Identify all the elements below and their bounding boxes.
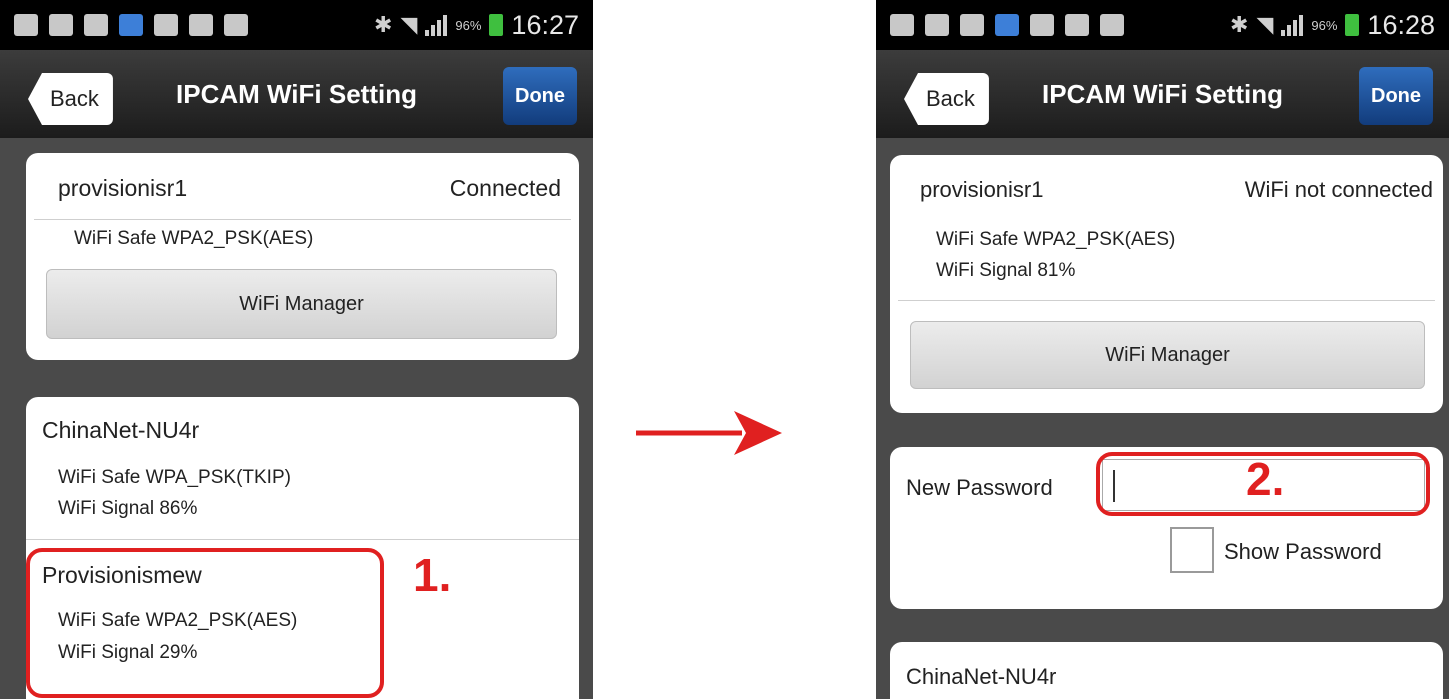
show-password-label: Show Password: [1224, 539, 1382, 564]
clock: 16:27: [511, 9, 579, 40]
status-bar: ✱ ◥ 96% 16:28: [876, 0, 1449, 50]
show-password-checkbox[interactable]: [1170, 527, 1214, 573]
signal-icon: [1281, 14, 1304, 36]
clock: 16:28: [1367, 9, 1435, 40]
usb-icon: [925, 14, 949, 36]
browser-icon: [995, 14, 1019, 36]
facebook-icon: [224, 14, 248, 36]
divider: [26, 539, 579, 540]
divider: [898, 300, 1435, 301]
plus-icon: [890, 14, 914, 36]
annotation-step-2: 2.: [1246, 453, 1285, 505]
bluetooth-icon: ✱: [1230, 12, 1249, 37]
current-wifi-safe: WiFi Safe WPA2_PSK(AES): [74, 228, 314, 249]
current-wifi-safe: WiFi Safe WPA2_PSK(AES): [936, 229, 1176, 250]
new-password-label: New Password: [906, 475, 1053, 500]
network-ssid: ChinaNet-NU4r: [42, 417, 200, 443]
nav-bar: IPCAM WiFi Setting Back Done: [876, 50, 1449, 138]
current-wifi-signal: WiFi Signal 81%: [936, 260, 1076, 281]
gallery-icon: [154, 14, 178, 36]
wifi-manager-button[interactable]: WiFi Manager: [910, 321, 1425, 389]
current-connection-card: provisionisr1 WiFi not connected WiFi Sa…: [890, 155, 1443, 413]
connection-status: Connected: [449, 175, 561, 201]
back-button[interactable]: Back: [28, 73, 113, 125]
usb-icon: [49, 14, 73, 36]
back-button[interactable]: Back: [904, 73, 989, 125]
network-list-card: ChinaNet-NU4r: [890, 642, 1443, 699]
annotation-box-step-1: [26, 548, 384, 698]
gallery-icon: [1030, 14, 1054, 36]
current-connection-card: provisionisr1 Connected WiFi Safe WPA2_P…: [26, 153, 579, 360]
facebook-icon: [1100, 14, 1124, 36]
status-bar: ✱ ◥ 96% 16:27: [0, 0, 593, 50]
wifi-icon: ◥: [400, 12, 418, 37]
done-button[interactable]: Done: [503, 67, 577, 125]
wifi-manager-button[interactable]: WiFi Manager: [46, 269, 557, 339]
notification-icons: [0, 14, 248, 36]
battery-icon: [1345, 14, 1360, 36]
plus-icon: [14, 14, 38, 36]
signal-icon: [425, 14, 448, 36]
mail-icon: [1065, 14, 1089, 36]
mail-icon: [189, 14, 213, 36]
left-phone-screen: ✱ ◥ 96% 16:27 IPCAM WiFi Setting Back Do…: [0, 0, 593, 699]
network-wifi-signal: WiFi Signal 86%: [58, 498, 198, 519]
divider: [34, 219, 571, 220]
nav-bar: IPCAM WiFi Setting Back Done: [0, 50, 593, 138]
bluetooth-icon: ✱: [374, 12, 393, 37]
network-ssid: ChinaNet-NU4r: [906, 664, 1057, 689]
calendar-icon: [84, 14, 108, 36]
done-button[interactable]: Done: [1359, 67, 1433, 125]
arrow-right-icon: [636, 411, 782, 455]
current-ssid: provisionisr1: [920, 177, 1044, 202]
network-wifi-safe: WiFi Safe WPA_PSK(TKIP): [58, 467, 291, 488]
current-ssid: provisionisr1: [58, 175, 188, 201]
wifi-icon: ◥: [1256, 12, 1274, 37]
calendar-icon: [960, 14, 984, 36]
notification-icons: [876, 14, 1124, 36]
connection-status: WiFi not connected: [1244, 177, 1433, 202]
right-phone-screen: ✱ ◥ 96% 16:28 IPCAM WiFi Setting Back Do…: [876, 0, 1449, 699]
battery-percent: 96%: [1311, 17, 1338, 33]
battery-icon: [489, 14, 504, 36]
annotation-step-1: 1.: [413, 549, 452, 601]
browser-icon: [119, 14, 143, 36]
battery-percent: 96%: [455, 17, 482, 33]
